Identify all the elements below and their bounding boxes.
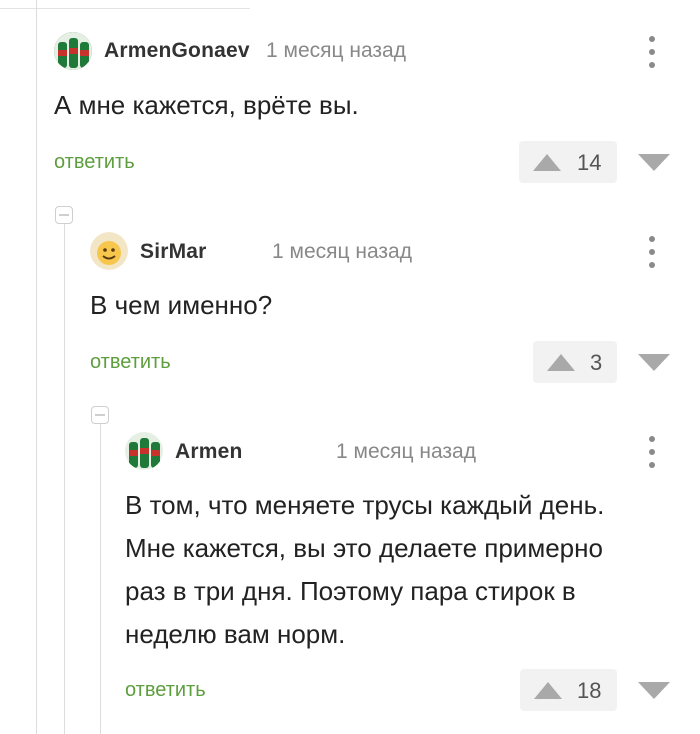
collapse-thread-button[interactable] [91, 406, 109, 424]
reply-button[interactable]: ответить [125, 679, 206, 702]
downvote-arrow-icon[interactable] [638, 154, 670, 171]
timestamp: 1 месяц назад [336, 440, 476, 463]
vote-box: 3 [533, 341, 617, 383]
thread-line-level-1 [64, 224, 65, 734]
comment-text-line: В том, что меняете трусы каждый день. [125, 490, 605, 520]
rating-count: 14 [577, 150, 602, 175]
timestamp: 1 месяц назад [272, 240, 412, 263]
smiley-avatar-icon[interactable] [90, 232, 128, 270]
comment-text-line: раз в три дня. Поэтому пара стирок в [125, 576, 576, 606]
reply-button[interactable]: ответить [54, 151, 135, 174]
more-options-icon[interactable] [647, 36, 657, 70]
username[interactable]: SirMar [140, 240, 207, 264]
comment-text: В чем именно? [90, 290, 273, 320]
comment-text-line: Мне кажется, вы это делаете примерно [125, 533, 603, 563]
rating-count: 3 [590, 350, 603, 375]
top-divider [0, 8, 250, 9]
downvote-arrow-icon[interactable] [638, 354, 670, 371]
username[interactable]: Armen [175, 440, 243, 464]
downvote-arrow-icon[interactable] [638, 682, 670, 699]
timestamp: 1 месяц назад [266, 39, 406, 62]
more-options-icon[interactable] [647, 236, 657, 270]
thread-line-level-2 [100, 424, 101, 734]
comment-text-line: неделю вам норм. [125, 619, 346, 649]
vote-box: 18 [520, 669, 617, 711]
bottle-avatar-icon[interactable] [54, 32, 92, 70]
rating-count: 18 [577, 678, 602, 703]
username[interactable]: ArmenGonaev [104, 39, 250, 63]
vote-box: 14 [519, 141, 617, 183]
upvote-arrow-icon[interactable] [547, 354, 575, 371]
upvote-arrow-icon[interactable] [533, 154, 561, 171]
comment-text: А мне кажется, врёте вы. [54, 90, 359, 120]
reply-button[interactable]: ответить [90, 351, 171, 374]
upvote-arrow-icon[interactable] [534, 682, 562, 699]
collapse-thread-button[interactable] [55, 206, 73, 224]
bottle-avatar-icon[interactable] [125, 432, 163, 470]
thread-line-root [36, 0, 37, 734]
more-options-icon[interactable] [647, 436, 657, 470]
